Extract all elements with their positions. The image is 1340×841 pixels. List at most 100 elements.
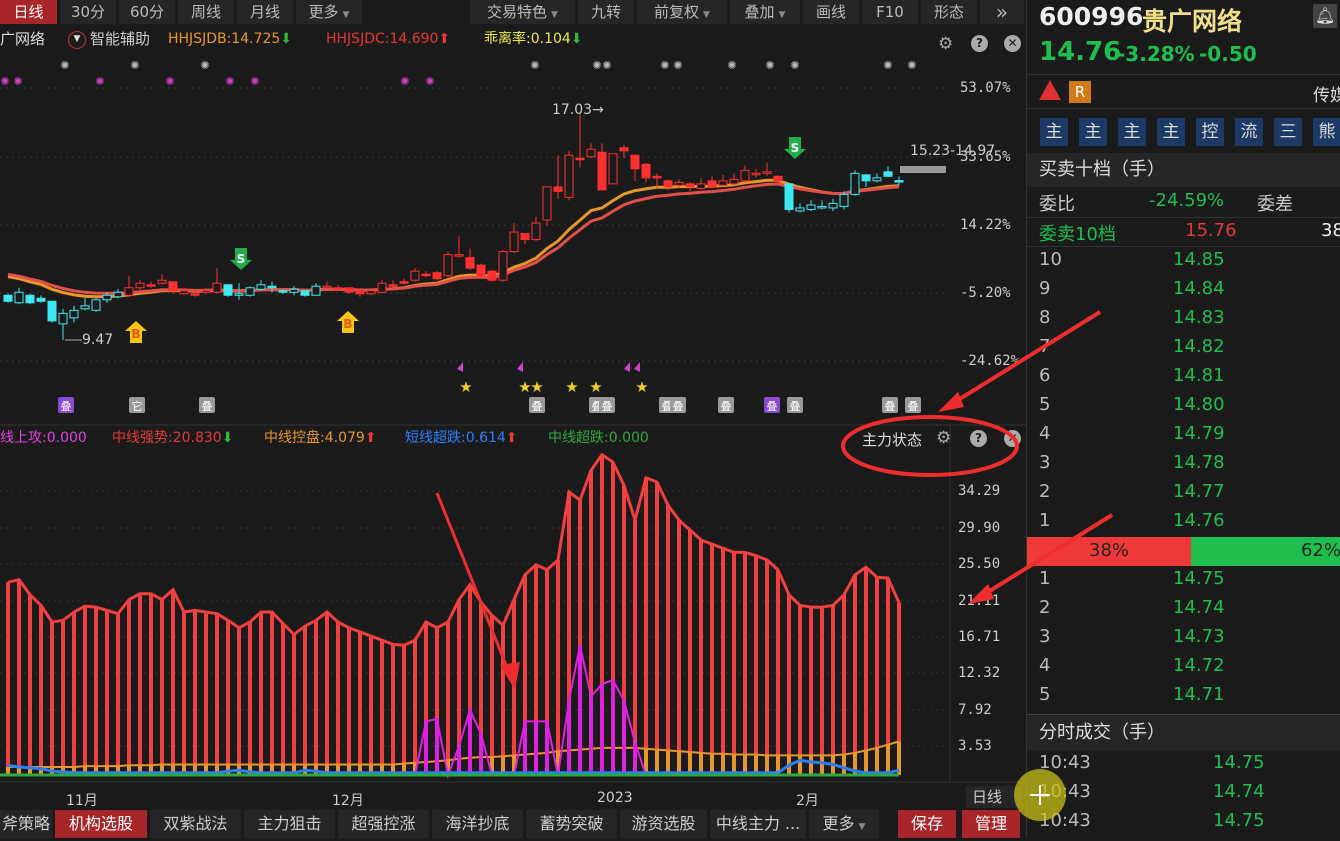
tag-button[interactable]: 主 [1079, 118, 1107, 146]
strategy-tab[interactable]: 主力狙击 [244, 810, 335, 838]
candle-body [531, 222, 541, 241]
ask-row[interactable]: 5 14.80 [1027, 394, 1340, 423]
candle [355, 289, 365, 297]
ask-price: 14.82 [1173, 336, 1225, 357]
candle [608, 153, 618, 185]
candle [80, 298, 90, 311]
risk-badge[interactable]: R [1069, 81, 1091, 103]
candle [465, 248, 475, 270]
gray-dot-icon: ✺ [660, 59, 669, 72]
candle-body [344, 287, 354, 293]
ask-row[interactable]: 7 14.82 [1027, 336, 1340, 365]
x-axis-label: 12月 [332, 793, 364, 809]
bid-row[interactable]: 5 14.71 [1027, 684, 1340, 713]
help-icon[interactable]: ? [970, 430, 987, 447]
tag-button[interactable]: 主 [1157, 118, 1185, 146]
sector-label[interactable]: 传媒 [1313, 81, 1340, 106]
candle [806, 200, 816, 211]
arrow-up-icon: ⬆ [364, 430, 377, 446]
candle-body [861, 174, 871, 182]
bell-icon[interactable]: 🔔︎ [1313, 4, 1337, 28]
order-ratio-row: 委比 -24.59% 委差 [1027, 190, 1340, 218]
price-axis-label: -5.20% [960, 285, 1011, 301]
ask-row[interactable]: 4 14.79 [1027, 423, 1340, 452]
bid-row[interactable]: 2 14.74 [1027, 597, 1340, 626]
candle-body [553, 186, 563, 192]
more-strategies-dropdown[interactable]: 更多 ▼ [809, 810, 879, 838]
tag-button[interactable]: 主 [1040, 118, 1068, 146]
stack-badge-label: 叠 [61, 400, 72, 413]
ask-price: 14.83 [1173, 307, 1225, 328]
ask-row[interactable]: 10 14.85 [1027, 249, 1340, 278]
candle-body [487, 270, 497, 281]
more-label: 更多 [822, 814, 855, 833]
candle [36, 295, 46, 303]
bid-row[interactable]: 4 14.72 [1027, 655, 1340, 684]
bid-price: 14.72 [1173, 655, 1225, 676]
ask-level: 8 [1039, 307, 1051, 328]
tag-button[interactable]: 流 [1235, 118, 1263, 146]
bid-row[interactable]: 1 14.75 [1027, 568, 1340, 597]
magenta-dot-icon: ✺ [225, 75, 234, 88]
strategy-tab[interactable]: 超强控涨 [338, 810, 429, 838]
candle [91, 298, 101, 312]
stack-badge-label: 它 [132, 399, 143, 413]
ask-price: 14.76 [1173, 510, 1225, 531]
bid-level: 2 [1039, 597, 1051, 618]
tag-button[interactable]: 三 [1274, 118, 1302, 146]
ask-row[interactable]: 6 14.81 [1027, 365, 1340, 394]
tag-button[interactable]: 主 [1118, 118, 1146, 146]
candle-body [773, 175, 783, 182]
bid-price: 14.73 [1173, 626, 1225, 647]
sub-axis-label: 3.53 [958, 738, 992, 754]
candle [586, 143, 596, 159]
strategy-tab-active[interactable]: 机构选股 [55, 810, 147, 838]
gear-icon[interactable]: ⚙ [936, 428, 951, 448]
bid-row[interactable]: 3 14.73 [1027, 626, 1340, 655]
candle [311, 283, 321, 296]
strategy-tab[interactable]: 蓄势突破 [526, 810, 617, 838]
strategy-tab[interactable]: 中线主力 ... [710, 810, 806, 838]
ask-row[interactable]: 9 14.84 [1027, 278, 1340, 307]
period-indicator[interactable]: 日线 [966, 786, 1022, 808]
ask-row[interactable]: 3 14.78 [1027, 452, 1340, 481]
candle-body [729, 178, 739, 185]
candle-body [597, 151, 607, 191]
strategy-tab[interactable]: 斧策略 [0, 810, 52, 838]
ask-row[interactable]: 1 14.76 [1027, 510, 1340, 539]
stack-badge-label: 叠 [202, 400, 213, 413]
tag-button[interactable]: 控 [1196, 118, 1224, 146]
candle [795, 203, 805, 213]
kline-chart[interactable]: ✺ ✺ ✺ ✺ ✺ ✺ ✺ ✺ ✺ ✺ ✺ ✺ ✺✺ ✺ ✺ ✺ ✺ ✺ ✺ ✺★ ★★ ★ ★ ★叠它叠叠叠叠叠叠叠叠叠叠叠… [0, 0, 1026, 810]
low-price-label: 9.47 [82, 332, 114, 348]
close-icon[interactable]: ✕ [1004, 430, 1021, 447]
tag-button[interactable]: 熊 [1313, 118, 1340, 146]
manage-button[interactable]: 管理 [962, 810, 1020, 838]
candle-body [696, 183, 706, 189]
strategy-tab[interactable]: 双紫战法 [150, 810, 241, 838]
strategy-tab[interactable]: 海洋抄底 [432, 810, 523, 838]
candle [245, 286, 255, 297]
trade-row: 10:43 14.74 [1027, 781, 1340, 810]
candle-body [47, 300, 57, 322]
divider [1027, 714, 1340, 715]
candle [564, 150, 574, 201]
candle-body [476, 264, 486, 277]
ask-row[interactable]: 8 14.83 [1027, 307, 1340, 336]
candle [861, 174, 871, 187]
candle [3, 293, 13, 303]
candle [641, 162, 651, 183]
candle [399, 278, 409, 285]
save-button[interactable]: 保存 [898, 810, 956, 838]
candle-body [806, 204, 816, 210]
candle-body [212, 282, 222, 293]
stock-name: 贵广网络 [1142, 7, 1243, 36]
warning-icon[interactable] [1039, 80, 1061, 100]
bid-level: 4 [1039, 655, 1051, 676]
ask-row[interactable]: 2 14.77 [1027, 481, 1340, 510]
candle-body [399, 281, 409, 284]
candle [300, 290, 310, 297]
strategy-tab[interactable]: 游资选股 [620, 810, 707, 838]
candle [520, 233, 530, 245]
candle [597, 143, 607, 191]
